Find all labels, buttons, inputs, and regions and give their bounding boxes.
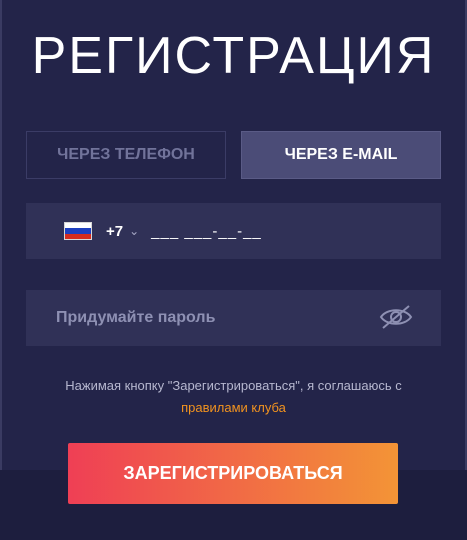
agreement-text: Нажимая кнопку "Зарегистрироваться", я с…	[0, 375, 467, 419]
country-code[interactable]: +7	[106, 223, 123, 240]
club-rules-link[interactable]: правилами клуба	[181, 400, 286, 415]
russia-flag-icon[interactable]	[64, 222, 92, 240]
password-input[interactable]: Придумайте пароль	[56, 309, 215, 327]
eye-off-icon[interactable]	[379, 304, 413, 330]
phone-field[interactable]: +7 ⌄ ___ ___-__-__	[26, 203, 441, 259]
agreement-label: Нажимая кнопку "Зарегистрироваться", я с…	[65, 378, 402, 393]
register-button[interactable]: ЗАРЕГИСТРИРОВАТЬСЯ	[68, 443, 398, 504]
phone-input[interactable]: ___ ___-__-__	[151, 223, 262, 240]
chevron-down-icon[interactable]: ⌄	[129, 224, 139, 238]
page-title: РЕГИСТРАЦИЯ	[31, 27, 436, 85]
password-field[interactable]: Придумайте пароль	[26, 290, 441, 346]
tab-email[interactable]: ЧЕРЕЗ E-MAIL	[241, 131, 441, 179]
tab-phone[interactable]: ЧЕРЕЗ ТЕЛЕФОН	[26, 131, 226, 179]
registration-tabs: ЧЕРЕЗ ТЕЛЕФОН ЧЕРЕЗ E-MAIL	[26, 131, 441, 179]
